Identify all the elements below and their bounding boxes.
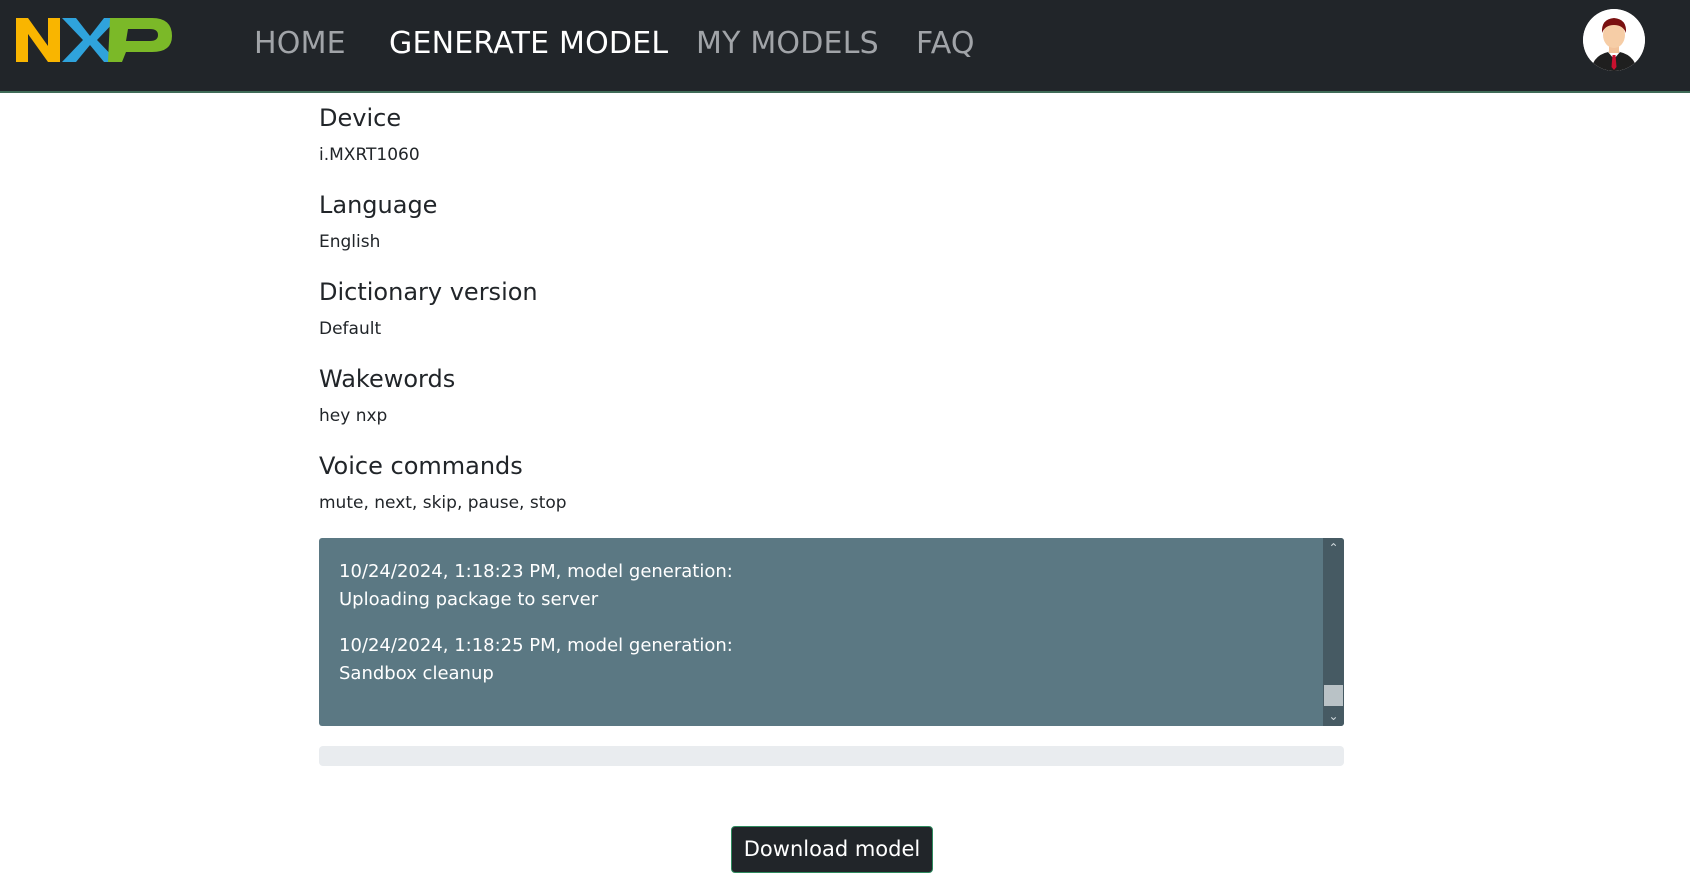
- log-message: Sandbox cleanup: [339, 663, 494, 684]
- download-model-button[interactable]: Download model: [731, 826, 933, 873]
- generation-log[interactable]: 10/24/2024, 1:18:23 PM, model generation…: [319, 538, 1344, 726]
- language-value: English: [319, 232, 381, 252]
- wakewords-value: hey nxp: [319, 406, 388, 426]
- log-message: Uploading package to server: [339, 589, 599, 610]
- nav-generate-model[interactable]: GENERATE MODEL: [389, 26, 668, 62]
- chevron-down-icon[interactable]: ⌄: [1323, 706, 1344, 726]
- scrollbar-thumb[interactable]: [1324, 685, 1343, 706]
- progress-bar: [319, 746, 1344, 766]
- log-entry: 10/24/2024, 1:18:23 PM, model generation…: [339, 558, 1314, 614]
- user-avatar[interactable]: [1583, 9, 1645, 71]
- log-content: 10/24/2024, 1:18:23 PM, model generation…: [339, 558, 1314, 706]
- log-timestamp: 10/24/2024, 1:18:25 PM, model generation…: [339, 635, 733, 656]
- log-timestamp: 10/24/2024, 1:18:23 PM, model generation…: [339, 561, 733, 582]
- log-entry: 10/24/2024, 1:18:25 PM, model generation…: [339, 632, 1314, 688]
- user-avatar-icon: [1583, 9, 1645, 71]
- chevron-up-icon[interactable]: ⌃: [1323, 538, 1344, 558]
- nav-my-models[interactable]: MY MODELS: [696, 26, 879, 62]
- nav-home[interactable]: HOME: [254, 26, 346, 62]
- nxp-logo[interactable]: [14, 12, 174, 68]
- voice-commands-title: Voice commands: [319, 452, 523, 480]
- dictionary-title: Dictionary version: [319, 278, 538, 306]
- device-value: i.MXRT1060: [319, 145, 420, 165]
- log-scrollbar[interactable]: ⌃ ⌄: [1323, 538, 1344, 726]
- language-title: Language: [319, 191, 438, 219]
- device-title: Device: [319, 104, 402, 132]
- nav-faq[interactable]: FAQ: [916, 26, 975, 62]
- dictionary-value: Default: [319, 319, 382, 339]
- wakewords-title: Wakewords: [319, 365, 456, 393]
- voice-commands-value: mute, next, skip, pause, stop: [319, 493, 567, 513]
- top-navbar: HOME GENERATE MODEL MY MODELS FAQ: [0, 0, 1690, 93]
